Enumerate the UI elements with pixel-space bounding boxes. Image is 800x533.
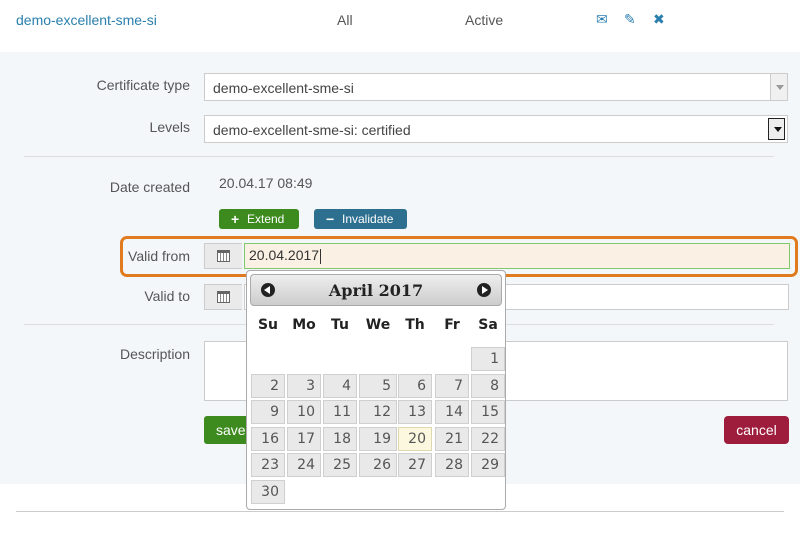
calendar-day[interactable]: 17: [287, 426, 321, 451]
description-label: Description: [119, 346, 190, 362]
weekday-header: We: [365, 317, 391, 333]
calendar-day[interactable]: 11: [323, 400, 357, 424]
chevron-down-icon[interactable]: [770, 74, 787, 100]
calendar-day[interactable]: 23: [251, 453, 285, 477]
calendar-day[interactable]: 13: [398, 400, 432, 424]
calendar-day[interactable]: 24: [287, 453, 321, 477]
valid-from-value: 20.04.2017: [249, 247, 320, 263]
valid-from-label: Valid from: [128, 248, 190, 264]
calendar-day[interactable]: 4: [323, 373, 357, 398]
calendar-day[interactable]: 1: [471, 347, 505, 371]
extend-button[interactable]: + Extend: [219, 209, 299, 229]
calendar-day[interactable]: 10: [287, 400, 321, 424]
calendar-day[interactable]: 15: [471, 400, 505, 424]
certificate-status: Active: [465, 12, 504, 28]
chevron-down-icon[interactable]: [768, 118, 785, 140]
delete-icon[interactable]: ✖: [653, 11, 665, 27]
calendar-icon: [217, 291, 230, 303]
certificate-type-label: Certificate type: [96, 77, 190, 93]
valid-from-input[interactable]: 20.04.2017: [244, 243, 790, 269]
text-caret: [320, 248, 322, 264]
levels-value: demo-excellent-sme-si: certified: [213, 122, 411, 138]
date-created-value: 20.04.17 08:49: [219, 175, 313, 191]
weekday-header: Fr: [444, 317, 460, 333]
minus-icon: −: [326, 211, 335, 227]
calendar-day[interactable]: 6: [398, 373, 432, 398]
calendar-day[interactable]: 14: [435, 400, 469, 424]
certificate-type-select[interactable]: demo-excellent-sme-si: [204, 73, 788, 101]
certificate-type-value: demo-excellent-sme-si: [213, 80, 354, 96]
weekday-header: Mo: [292, 317, 316, 333]
calendar-day[interactable]: 20: [398, 426, 432, 451]
calendar-day[interactable]: 3: [287, 373, 321, 398]
valid-to-calendar-button[interactable]: [204, 284, 242, 310]
calendar-day[interactable]: 27: [398, 453, 432, 477]
date-created-label: Date created: [109, 179, 190, 195]
calendar-day[interactable]: 2: [251, 373, 285, 398]
certificate-row: demo-excellent-sme-si All Active ✉ ✎ ✖: [0, 0, 800, 52]
calendar-day[interactable]: 21: [435, 426, 469, 451]
edit-icon[interactable]: ✎: [624, 11, 636, 27]
weekday-header: Sa: [478, 317, 498, 333]
calendar-day[interactable]: 25: [323, 453, 357, 477]
datepicker-month-title: April 2017: [328, 281, 424, 300]
calendar-day[interactable]: 7: [435, 373, 469, 398]
calendar-day[interactable]: 30: [251, 479, 285, 504]
calendar-day[interactable]: 9: [251, 400, 285, 424]
weekday-header: Th: [405, 317, 425, 333]
datepicker-header: April 2017: [250, 274, 502, 306]
calendar-day[interactable]: 22: [471, 426, 505, 451]
calendar-day[interactable]: 28: [435, 453, 469, 477]
mail-icon[interactable]: ✉: [596, 11, 608, 27]
valid-to-label: Valid to: [144, 288, 190, 304]
divider: [16, 511, 784, 512]
plus-icon: +: [231, 211, 240, 227]
certificate-name-link[interactable]: demo-excellent-sme-si: [16, 12, 157, 28]
calendar-day[interactable]: 12: [359, 400, 397, 424]
next-month-icon[interactable]: [477, 283, 491, 297]
weekday-header: Tu: [331, 317, 349, 333]
calendar-day[interactable]: 18: [323, 426, 357, 451]
calendar-day[interactable]: 19: [359, 426, 397, 451]
calendar-day[interactable]: 8: [471, 373, 505, 398]
extend-button-label: Extend: [247, 212, 285, 226]
calendar-day[interactable]: 26: [359, 453, 397, 477]
levels-label: Levels: [149, 119, 190, 135]
cancel-button[interactable]: cancel: [724, 416, 789, 444]
certificate-scope: All: [337, 12, 353, 28]
weekday-header: Su: [257, 317, 279, 333]
divider: [24, 156, 774, 157]
levels-select[interactable]: demo-excellent-sme-si: certified: [204, 115, 788, 143]
calendar-day[interactable]: 5: [359, 373, 397, 398]
invalidate-button[interactable]: − Invalidate: [314, 209, 407, 229]
calendar-day[interactable]: 16: [251, 426, 285, 451]
calendar-icon: [217, 250, 230, 262]
datepicker-popup: April 2017 Su Mo Tu We Th Fr Sa 1 2 3 4 5 6 7 8 9 10 11 12…: [246, 270, 506, 510]
invalidate-button-label: Invalidate: [342, 212, 394, 226]
valid-from-calendar-button[interactable]: [204, 243, 242, 269]
calendar-day[interactable]: 29: [471, 453, 505, 477]
